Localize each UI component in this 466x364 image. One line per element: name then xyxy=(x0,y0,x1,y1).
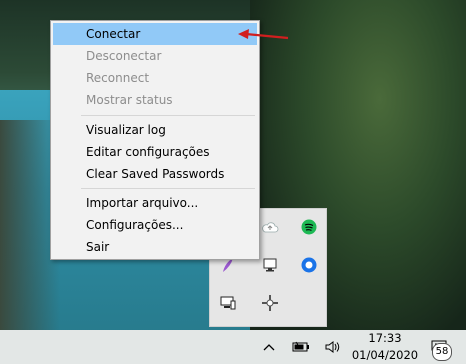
menu-item-desconectar[interactable]: Desconectar xyxy=(53,45,257,67)
menu-item-reconnect[interactable]: Reconnect xyxy=(53,67,257,89)
taskbar: 17:33 01/04/2020 58 xyxy=(0,330,466,364)
volume-icon[interactable] xyxy=(322,330,344,364)
openvpn-context-menu: Conectar Desconectar Reconnect Mostrar s… xyxy=(50,20,260,260)
menu-item-configuracoes[interactable]: Configurações... xyxy=(53,214,257,236)
clock-time: 17:33 xyxy=(368,331,402,345)
system-clock[interactable]: 17:33 01/04/2020 xyxy=(350,330,420,364)
network-monitor-icon[interactable] xyxy=(260,255,280,275)
menu-item-importar-arquivo[interactable]: Importar arquivo... xyxy=(53,192,257,214)
menu-item-editar-configuracoes[interactable]: Editar configurações xyxy=(53,141,257,163)
computer-icon[interactable] xyxy=(218,293,238,313)
menu-item-sair[interactable]: Sair xyxy=(53,236,257,258)
annotation-arrow xyxy=(238,29,289,40)
menu-item-mostrar-status[interactable]: Mostrar status xyxy=(53,89,257,111)
menu-separator xyxy=(81,115,255,116)
menu-item-visualizar-log[interactable]: Visualizar log xyxy=(53,119,257,141)
menu-item-conectar[interactable]: Conectar xyxy=(53,23,257,45)
notification-count-badge: 58 xyxy=(432,343,452,361)
menu-separator xyxy=(81,188,255,189)
clock-date: 01/04/2020 xyxy=(351,348,419,362)
cloud-icon[interactable] xyxy=(260,217,280,237)
openvpn-gui-icon[interactable] xyxy=(260,293,280,313)
menu-item-clear-saved-passwords[interactable]: Clear Saved Passwords xyxy=(53,163,257,185)
battery-icon[interactable] xyxy=(290,330,312,364)
spotify-icon[interactable] xyxy=(299,217,319,237)
chevron-up-icon[interactable] xyxy=(260,330,278,364)
browser-icon[interactable] xyxy=(299,255,319,275)
